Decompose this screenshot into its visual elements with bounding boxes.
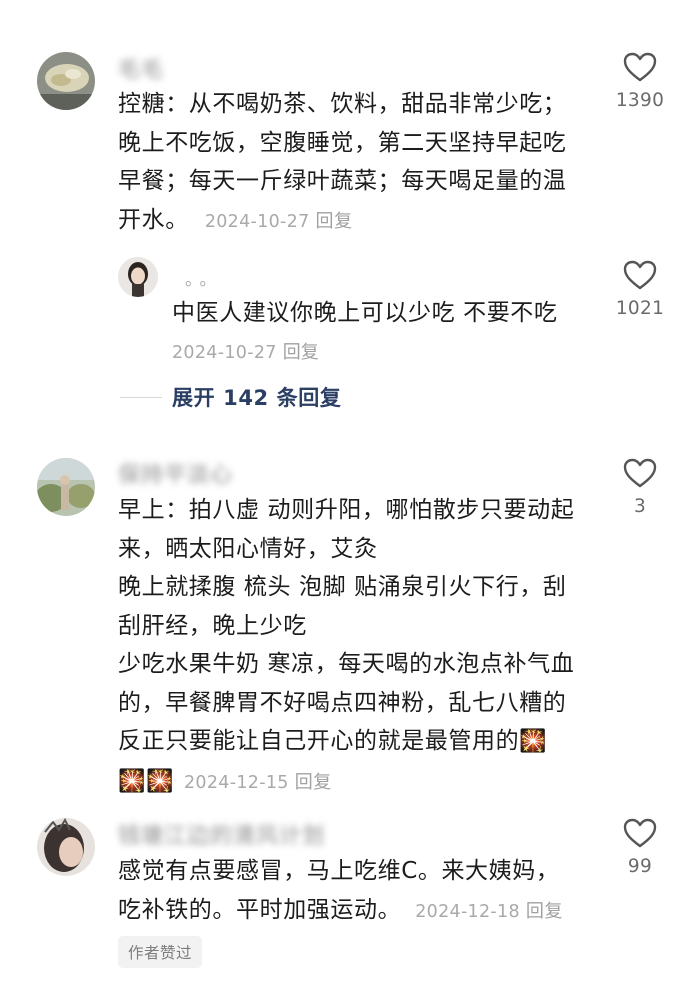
avatar[interactable] <box>37 818 95 876</box>
avatar[interactable] <box>37 52 95 110</box>
comment-line: 少吃水果牛奶 寒凉，每天喝的水泡点补气血 <box>118 651 575 677</box>
like-count: 3 <box>633 496 647 517</box>
comment-line: 早餐；每天一斤绿叶蔬菜；每天喝足量的温 <box>118 168 567 194</box>
comment-line: 控糖：从不喝奶茶、饮料，甜品非常少吃； <box>118 91 567 117</box>
comment-line: 的，早餐脾胃不好喝点四神粉，乱七八糟的 <box>118 689 567 716</box>
reply-button[interactable]: 回复 <box>316 211 353 232</box>
comment-date: 2024-12-15 <box>184 772 289 793</box>
comment-line: 来，晒太阳心情好，艾灸 <box>118 535 378 562</box>
like-count: 1021 <box>615 298 665 319</box>
comment-date: 2024-12-18 <box>415 901 520 922</box>
firework-emoji: 🎇🎇 <box>118 768 174 794</box>
comment-line: 刮肝经，晚上少吃 <box>118 612 307 639</box>
avatar[interactable] <box>37 458 95 516</box>
expand-replies-button[interactable]: 展开 142 条回复 <box>120 381 341 413</box>
heart-outline-icon <box>623 818 657 848</box>
like-count: 1390 <box>615 90 665 111</box>
username[interactable]: 保持平淡心 <box>118 457 233 489</box>
comment-text: 早上：拍八虚 动则升阳，哪怕散步只要动起 来，晒太阳心情好，艾灸 晚上就揉腹 梳… <box>118 491 574 802</box>
comment-line: 反正只要能让自己开心的就是最管用的 <box>118 728 520 754</box>
comment-line: 开水。 <box>118 206 189 233</box>
comment-text: 感觉有点要感冒，马上吃维C。来大姨妈， 吃补铁的。平时加强运动。 2024-12-… <box>118 852 563 931</box>
reply-button[interactable]: 回复 <box>295 772 332 793</box>
reply-button[interactable]: 回复 <box>526 901 563 922</box>
author-liked-badge: 作者赞过 <box>118 936 203 968</box>
comment-text: 控糖：从不喝奶茶、饮料，甜品非常少吃； 晚上不吃饭，空腹睡觉，第二天坚持早起吃 … <box>118 85 566 241</box>
username[interactable]: 。。 <box>185 265 223 290</box>
comment-line: 吃补铁的。平时加强运动。 <box>118 896 402 923</box>
like-button[interactable]: 1390 <box>600 52 680 111</box>
heart-outline-icon <box>623 260 657 290</box>
like-button[interactable]: 99 <box>600 818 680 877</box>
heart-outline-icon <box>623 458 657 488</box>
username[interactable]: 毛毛 <box>118 52 164 84</box>
comment-date: 2024-10-27 <box>172 343 277 363</box>
avatar[interactable] <box>118 257 158 297</box>
comment-line: 中医人建议你晚上可以少吃 不要不吃 <box>172 300 558 326</box>
reply-button[interactable]: 回复 <box>283 342 319 363</box>
like-button[interactable]: 1021 <box>600 260 680 319</box>
comment-text: 中医人建议你晚上可以少吃 不要不吃 <box>172 294 558 333</box>
like-button[interactable]: 3 <box>600 458 680 517</box>
like-count: 99 <box>627 856 653 877</box>
username[interactable]: 钱塘江边的清风计划 <box>118 818 325 850</box>
firework-emoji: 🎇 <box>519 729 548 754</box>
comment-line: 感觉有点要感冒，马上吃维C。来大姨妈， <box>118 858 560 884</box>
expand-replies-label: 展开 142 条回复 <box>172 386 342 410</box>
comment-line: 晚上就揉腹 梳头 泡脚 贴涌泉引火下行，刮 <box>118 574 567 600</box>
comment-line: 早上：拍八虚 动则升阳，哪怕散步只要动起 <box>118 497 575 523</box>
divider <box>120 396 162 398</box>
comment-line: 晚上不吃饭，空腹睡觉，第二天坚持早起吃 <box>118 129 567 156</box>
comment-date: 2024-10-27 <box>204 211 310 232</box>
heart-outline-icon <box>623 52 657 82</box>
